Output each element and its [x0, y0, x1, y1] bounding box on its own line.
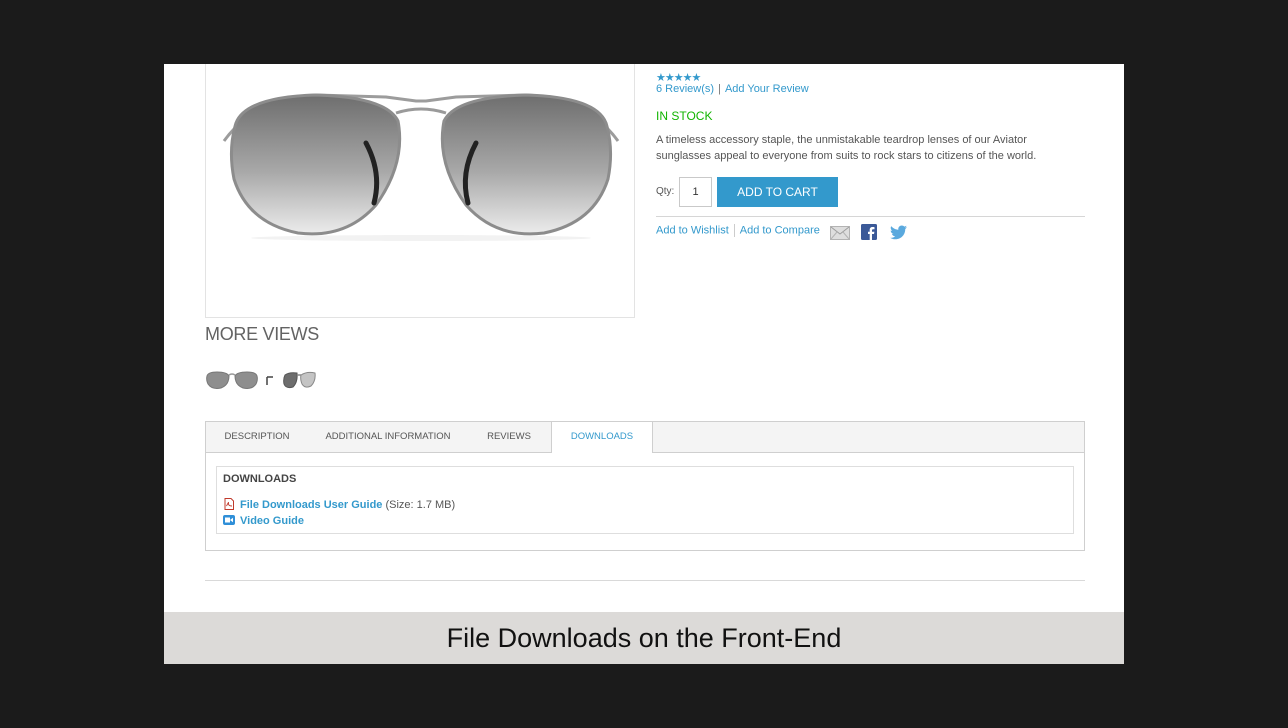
video-guide-download-link[interactable]: Video Guide — [240, 515, 304, 527]
reviews-count-link[interactable]: 6 Review(s) — [656, 83, 714, 95]
product-rating: ★★★★★ — [656, 68, 701, 84]
link-separator — [733, 224, 735, 237]
pdf-icon — [223, 498, 235, 510]
qty-input[interactable] — [679, 177, 712, 207]
downloads-panel: DOWNLOADS File Downloads User Guide (Siz… — [216, 466, 1074, 534]
user-guide-download-link[interactable]: File Downloads User Guide — [240, 499, 382, 511]
tab-additional-information[interactable]: ADDITIONAL INFORMATION — [309, 422, 467, 452]
tab-downloads[interactable]: DOWNLOADS — [551, 422, 653, 453]
main-product-image[interactable] — [205, 64, 635, 318]
add-review-link[interactable]: Add Your Review — [725, 83, 809, 95]
video-icon — [223, 514, 235, 526]
stock-status: IN STOCK — [656, 109, 713, 123]
review-links: 6 Review(s) | Add Your Review — [656, 83, 809, 95]
email-icon[interactable] — [830, 224, 850, 245]
download-item: Video Guide — [223, 514, 304, 527]
add-to-cart-button[interactable]: ADD TO CART — [717, 177, 838, 207]
downloads-title: DOWNLOADS — [223, 473, 297, 485]
product-tabs: DESCRIPTION ADDITIONAL INFORMATION REVIE… — [205, 421, 1085, 551]
tab-description[interactable]: DESCRIPTION — [206, 422, 308, 452]
file-size: (Size: 1.7 MB) — [385, 499, 456, 511]
side-view-thumbnail[interactable] — [265, 369, 319, 396]
download-item: File Downloads User Guide (Size: 1.7 MB) — [223, 498, 455, 511]
caption-text: File Downloads on the Front-End — [446, 623, 842, 653]
aviator-sunglasses-image — [222, 93, 620, 241]
product-description: A timeless accessory staple, the unmista… — [656, 134, 1037, 162]
divider — [205, 580, 1085, 581]
screenshot-frame: ★★★★★ 6 Review(s) | Add Your Review IN STO… — [164, 64, 1124, 664]
tab-bar: DESCRIPTION ADDITIONAL INFORMATION REVIE… — [206, 422, 1084, 453]
front-view-thumbnail[interactable] — [205, 369, 259, 396]
add-to-wishlist-link[interactable]: Add to Wishlist — [656, 224, 729, 236]
facebook-icon[interactable] — [861, 224, 877, 245]
more-views-title: MORE VIEWS — [205, 324, 320, 344]
divider — [656, 216, 1085, 217]
qty-label: Qty: — [656, 186, 675, 197]
twitter-icon[interactable] — [890, 224, 907, 245]
tab-reviews[interactable]: REVIEWS — [468, 422, 550, 452]
caption-bar: File Downloads on the Front-End — [164, 612, 1124, 664]
add-to-compare-link[interactable]: Add to Compare — [740, 224, 820, 236]
review-separator: | — [718, 83, 721, 95]
product-extra-links: Add to Wishlist Add to Compare — [656, 224, 820, 242]
